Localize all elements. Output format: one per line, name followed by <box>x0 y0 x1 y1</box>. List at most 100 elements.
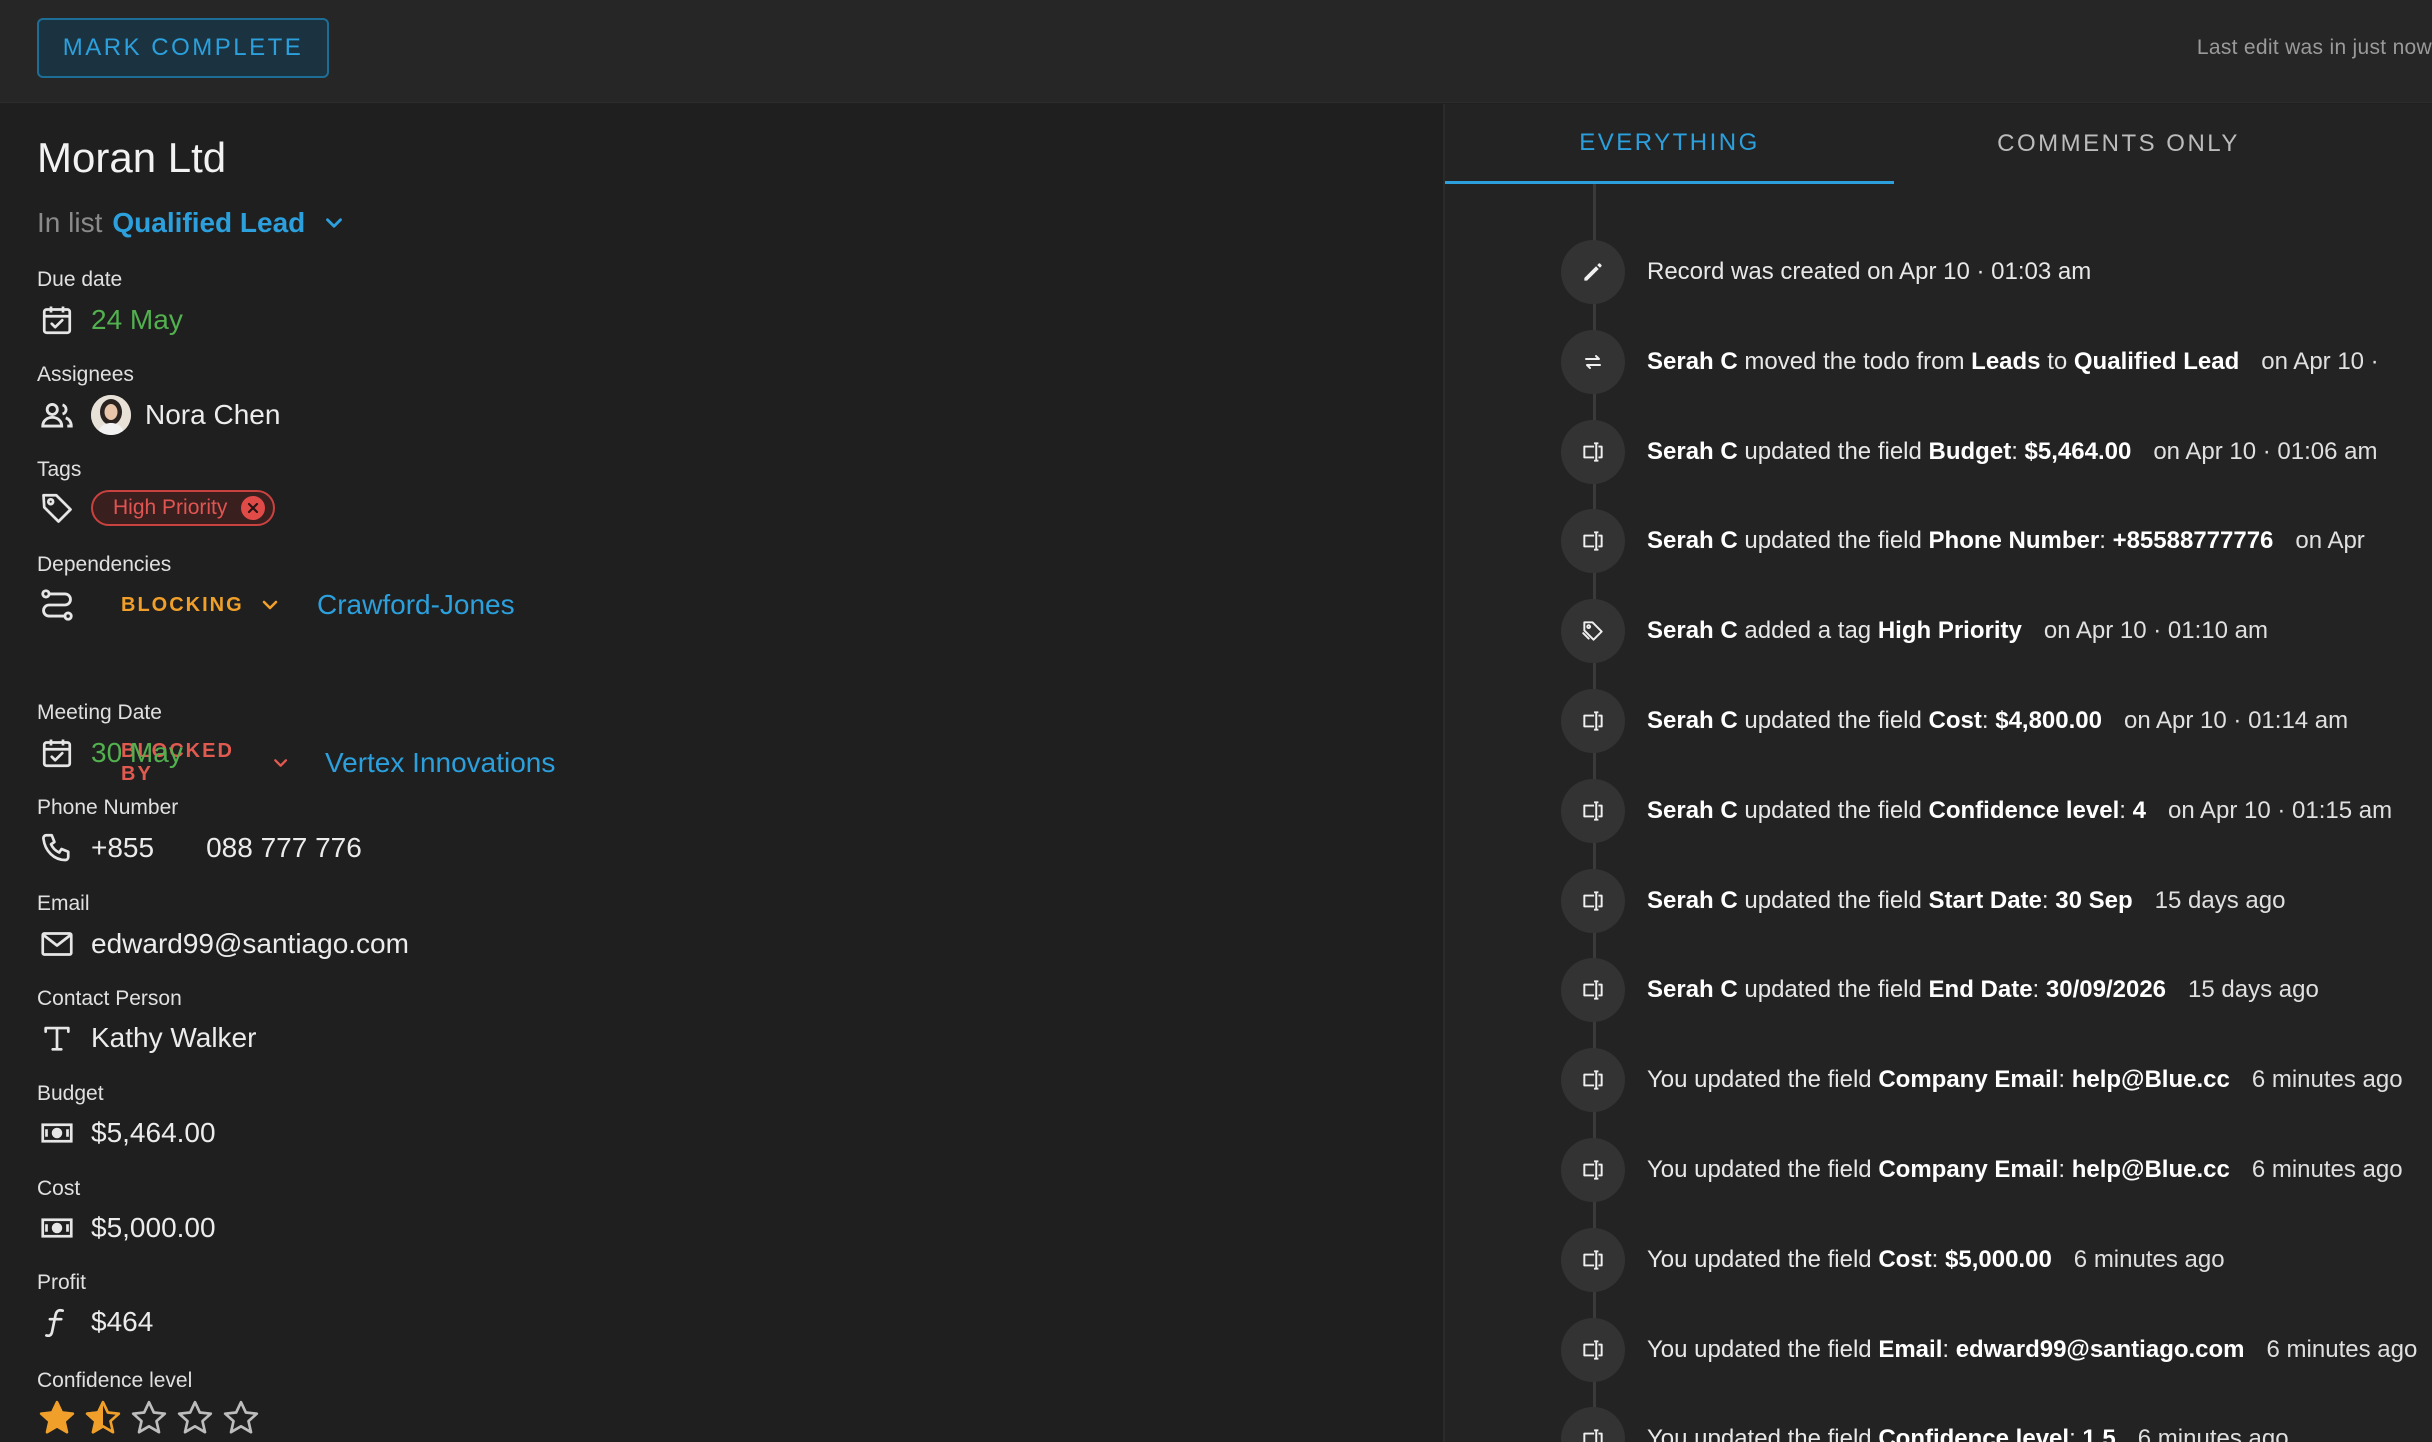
list-name[interactable]: Qualified Lead <box>112 207 305 239</box>
activity-phrase: : <box>2119 796 2133 824</box>
tag-chip-label: High Priority <box>113 496 228 519</box>
budget-field[interactable]: $5,464.00 <box>37 1113 216 1153</box>
activity-emphasis: Start Date <box>1928 886 2042 914</box>
email-field[interactable]: edward99@santiago.com <box>37 924 409 964</box>
record-title[interactable]: Moran Ltd <box>37 134 226 182</box>
activity-item: You updated the field Company Email: hel… <box>1561 1138 2403 1202</box>
chevron-down-icon[interactable] <box>321 210 347 236</box>
star-icon[interactable] <box>129 1398 169 1438</box>
activity-phrase: moved the todo from <box>1737 347 1972 375</box>
assignees-field[interactable]: Nora Chen <box>37 395 280 435</box>
cost-value[interactable]: $5,000.00 <box>91 1212 216 1244</box>
contact-person-value[interactable]: Kathy Walker <box>91 1022 256 1054</box>
tab-everything[interactable]: EVERYTHING <box>1445 104 1894 184</box>
star-icon[interactable] <box>37 1398 77 1438</box>
phone-number[interactable]: 088 777 776 <box>206 832 362 864</box>
activity-emphasis: $5,000.00 <box>1945 1245 2052 1273</box>
confidence-rating[interactable] <box>37 1398 267 1438</box>
activity-timestamp: 6 minutes ago <box>2073 1245 2225 1273</box>
meeting-date-value[interactable]: 30 May <box>91 737 183 769</box>
activity-emphasis: End Date <box>1928 976 2033 1004</box>
activity-emphasis: $5,464.00 <box>2024 437 2132 465</box>
activity-phrase: You updated the field <box>1647 1245 1879 1273</box>
due-date-field[interactable]: 24 May <box>37 300 183 340</box>
profit-value[interactable]: $464 <box>91 1306 153 1338</box>
activity-item: Serah C updated the field Start Date: 30… <box>1561 868 2286 933</box>
field-icon <box>1561 689 1625 753</box>
list-selector[interactable]: In list Qualified Lead <box>37 207 347 239</box>
blocking-link[interactable]: Crawford-Jones <box>317 589 515 621</box>
activity-phrase: : <box>2069 1425 2083 1442</box>
assignee-name[interactable]: Nora Chen <box>145 399 280 431</box>
activity-phrase: updated the field <box>1737 796 1929 824</box>
activity-timestamp: on Apr <box>2295 527 2365 555</box>
activity-emphasis: $4,800.00 <box>1995 707 2102 734</box>
activity-text: You updated the field Company Email: hel… <box>1647 1156 2230 1184</box>
activity-phrase: : <box>2011 437 2025 465</box>
activity-emphasis: Phone Number <box>1928 527 2100 555</box>
chevron-down-icon[interactable] <box>270 751 291 775</box>
star-icon[interactable] <box>83 1398 123 1438</box>
tag-chip-high-priority[interactable]: High Priority <box>91 490 276 526</box>
activity-timestamp: 15 days ago <box>2154 886 2286 914</box>
activity-phrase: : <box>2032 976 2046 1004</box>
profit-label: Profit <box>37 1271 87 1294</box>
activity-phrase: : <box>1981 707 1996 734</box>
tab-comments-only[interactable]: COMMENTS ONLY <box>1894 104 2343 184</box>
chevron-down-icon[interactable] <box>258 593 282 617</box>
mail-icon <box>37 924 77 964</box>
activity-item: Record was created on Apr 10 · 01:03 am <box>1561 240 2091 304</box>
activity-emphasis: High Priority <box>1877 617 2022 645</box>
cost-label: Cost <box>37 1177 81 1200</box>
activity-emphasis: Serah C <box>1647 527 1738 555</box>
field-icon <box>1561 419 1625 484</box>
meeting-date-field[interactable]: 30 May <box>37 733 183 773</box>
activity-item: You updated the field Confidence level: … <box>1561 1407 2289 1442</box>
activity-item: Serah C updated the field Budget: $5,464… <box>1561 419 2377 484</box>
activity-phrase: You updated the field <box>1647 1425 1879 1442</box>
remove-tag-icon[interactable] <box>241 496 266 520</box>
confidence-level-label: Confidence level <box>37 1369 193 1392</box>
tag-icon <box>37 488 77 528</box>
contact-person-field[interactable]: Kathy Walker <box>37 1018 256 1058</box>
activity-item: Serah C added a tag High Priority on Apr … <box>1561 599 2268 664</box>
function-icon <box>37 1302 77 1342</box>
mark-complete-button[interactable]: MARK COMPLETE <box>37 18 329 78</box>
star-icon[interactable] <box>175 1398 215 1438</box>
blocked-by-link[interactable]: Vertex Innovations <box>325 747 555 779</box>
calendar-check-icon <box>37 300 77 340</box>
assignees-label: Assignees <box>37 363 134 386</box>
route-icon <box>37 585 77 625</box>
activity-phrase: : <box>2058 1156 2072 1183</box>
activity-phrase: : <box>2058 1066 2072 1094</box>
phone-country-code[interactable]: +855 <box>91 832 154 864</box>
phone-field[interactable]: +855 088 777 776 <box>37 828 362 868</box>
contact-person-label: Contact Person <box>37 987 182 1010</box>
activity-phrase: You updated the field <box>1647 1335 1879 1363</box>
tags-field[interactable]: High Priority <box>37 488 276 528</box>
cost-field[interactable]: $5,000.00 <box>37 1208 216 1248</box>
blocking-dropdown[interactable]: BLOCKING <box>121 593 291 617</box>
activity-emphasis: edward99@santiago.com <box>1955 1335 2245 1363</box>
activity-emphasis: Serah C <box>1647 437 1738 465</box>
star-icon[interactable] <box>221 1398 261 1438</box>
activity-phrase: added a tag <box>1737 617 1878 645</box>
due-date-value[interactable]: 24 May <box>91 304 183 336</box>
activity-emphasis: Serah C <box>1647 886 1738 914</box>
profit-field[interactable]: $464 <box>37 1302 153 1342</box>
budget-label: Budget <box>37 1082 104 1105</box>
budget-value[interactable]: $5,464.00 <box>91 1117 216 1149</box>
activity-text: Serah C updated the field Phone Number: … <box>1647 527 2273 555</box>
meeting-date-label: Meeting Date <box>37 701 162 724</box>
field-icon <box>1561 1138 1625 1202</box>
activity-emphasis: Serah C <box>1647 796 1738 824</box>
activity-timestamp: on Apr 10 · 01:15 am <box>2167 796 2393 824</box>
activity-text: Serah C updated the field Confidence lev… <box>1647 797 2146 825</box>
dependencies-label: Dependencies <box>37 553 172 576</box>
field-icon <box>1561 1048 1625 1113</box>
activity-item: Serah C moved the todo from Leads to Qua… <box>1561 329 2379 394</box>
activity-emphasis: 30/09/2026 <box>2045 976 2167 1004</box>
activity-item: You updated the field Email: edward99@sa… <box>1561 1317 2417 1382</box>
avatar[interactable] <box>91 395 131 435</box>
email-value[interactable]: edward99@santiago.com <box>91 928 409 960</box>
